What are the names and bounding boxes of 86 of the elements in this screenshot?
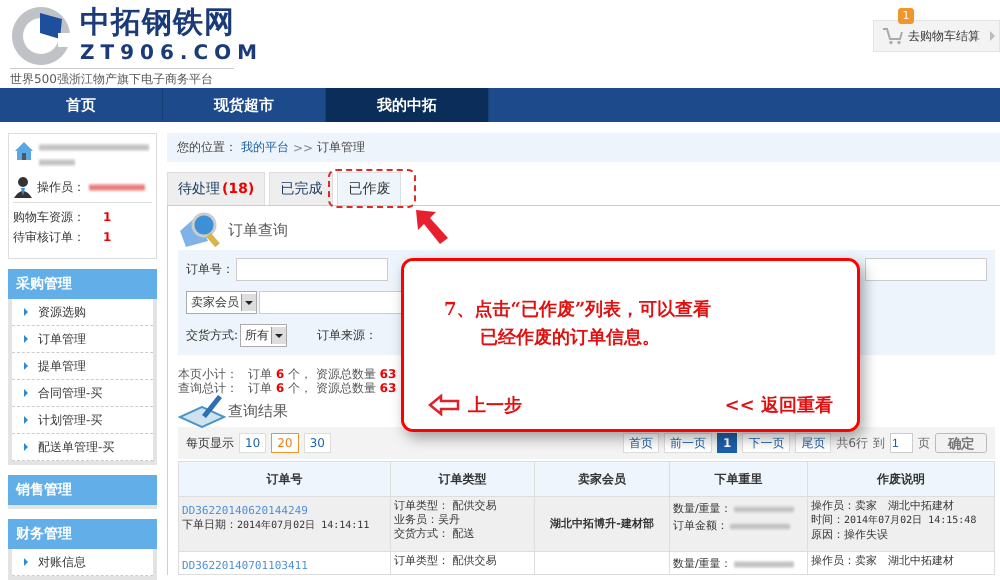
summary-text: 订单 6 个， 资源总数量 63 (248, 381, 396, 395)
order-number-field[interactable] (236, 258, 388, 281)
summary-label: 查询总计： (178, 381, 238, 395)
menu-item[interactable]: 对账信息 (12, 549, 153, 576)
page-size-button[interactable]: 30 (304, 433, 331, 453)
pager-button[interactable]: 前一页 (664, 433, 712, 453)
confirm-button[interactable]: 确定 (935, 433, 987, 453)
seller-name: 湖北中拓博升-建材部 (550, 517, 654, 531)
breadcrumb-current: 订单管理 (317, 139, 366, 156)
notebook-icon (178, 393, 226, 429)
nav-tab[interactable]: 我的中拓 (326, 88, 489, 122)
field-label: 订单号： (186, 261, 234, 278)
void-operator: 操作员：卖家 湖北中拓建材 (811, 554, 955, 568)
tab[interactable]: 已完成 (269, 172, 334, 205)
menu-item[interactable]: 计划管理-买 (12, 407, 153, 434)
page-size-label: 每页显示 (186, 434, 234, 452)
text-field[interactable] (865, 258, 987, 281)
total-rows: 共6行 (836, 434, 868, 452)
back-link[interactable]: 上一步 (428, 393, 522, 417)
operator-label: 操作员： (37, 178, 85, 196)
page-size-button[interactable]: 10 (239, 433, 266, 453)
quantity-label: 数量/重量： (673, 502, 732, 516)
amount-label: 订单金额： (673, 519, 728, 533)
menu-item[interactable]: 资源选购 (12, 299, 153, 326)
logo-domain: ZT906.COM (80, 42, 264, 62)
section-title: 查询结果 (228, 402, 288, 420)
redacted-text (730, 522, 790, 530)
order-date: 下单日期：2014年07月02日 14:14:11 (182, 518, 370, 533)
pointer-arrow (414, 208, 450, 246)
stat-value: 1 (103, 210, 112, 224)
void-reason: 原因：操作失误 (811, 528, 889, 542)
section-title: 订单查询 (228, 220, 288, 240)
delivery-select[interactable]: 所有 (240, 324, 288, 347)
stat-label: 待审核订单： (13, 228, 86, 246)
replay-link[interactable]: << 返回重看 (724, 393, 833, 417)
void-operator: 操作员：卖家 湖北中拓建材 (811, 499, 955, 513)
stat-label: 购物车资源： (13, 208, 86, 226)
quantity-label: 数量/重量： (673, 557, 732, 571)
tab[interactable]: 待处理(18) (167, 172, 266, 205)
field-label: 订单来源： (317, 327, 378, 344)
redacted-text (734, 560, 794, 568)
redacted-text (734, 506, 794, 512)
column-header: 订单类型 (390, 462, 534, 496)
column-header: 订单号 (178, 462, 390, 496)
page-number-button[interactable]: 1 (717, 433, 738, 453)
pager-button[interactable]: 首页 (623, 433, 659, 453)
redacted-text (39, 159, 75, 166)
void-time: 时间：2014年07月02日 14:15:48 (811, 513, 978, 528)
page-unit: 页 (918, 434, 930, 452)
arrow-icon (428, 394, 460, 416)
menu-item[interactable]: 订单管理 (12, 326, 153, 353)
order-type-line: 订单类型： 配供交易 (394, 499, 498, 513)
pager-button[interactable]: 下一页 (742, 433, 790, 453)
logo-title: 中拓钢铁网 (80, 8, 236, 38)
tab[interactable]: 已作废 (337, 172, 402, 205)
summary-text: 订单 6 个， 资源总数量 63 (248, 367, 396, 381)
summary-label: 本页小计： (178, 367, 238, 381)
column-header: 卖家会员 (534, 462, 670, 496)
goto-label: 到 (873, 434, 885, 452)
member-select[interactable]: 卖家会员 (186, 291, 257, 314)
column-header: 下单重里 (670, 462, 808, 496)
cart-icon (882, 27, 904, 45)
caret-icon (990, 31, 995, 41)
tip-text: 已经作废的订单信息。 (480, 326, 660, 349)
menu-item[interactable]: 合同管理-买 (12, 380, 153, 407)
order-type-line: 交货方式： 配送 (394, 527, 476, 541)
field-label: 交货方式: (186, 327, 238, 344)
menu-item[interactable]: 提单管理 (12, 353, 153, 380)
menu-item[interactable]: 配送单管理-买 (12, 434, 153, 461)
home-icon (13, 140, 35, 162)
nav-tab[interactable]: 首页 (0, 88, 163, 122)
breadcrumb-link[interactable]: 我的平台 (241, 139, 289, 156)
logo-icon (10, 5, 72, 67)
cart-badge: 1 (898, 8, 914, 24)
cart-button[interactable]: 去购物车结算 (873, 20, 1000, 52)
redacted-text (89, 184, 145, 190)
pager-button[interactable]: 尾页 (795, 433, 832, 453)
column-header: 作废说明 (808, 462, 994, 496)
page-number-field[interactable]: 1 (890, 433, 913, 453)
stat-value: 1 (103, 230, 112, 244)
breadcrumb-label: 您的位置： (177, 139, 237, 156)
user-icon (13, 176, 33, 198)
order-type-line: 订单类型： 配供交易 (394, 554, 498, 568)
tip-text: 7、点击“已作废”列表，可以查看 (444, 298, 712, 321)
order-type-line: 业务员：吴丹 (394, 513, 461, 527)
breadcrumb-separator: >> (293, 140, 314, 154)
